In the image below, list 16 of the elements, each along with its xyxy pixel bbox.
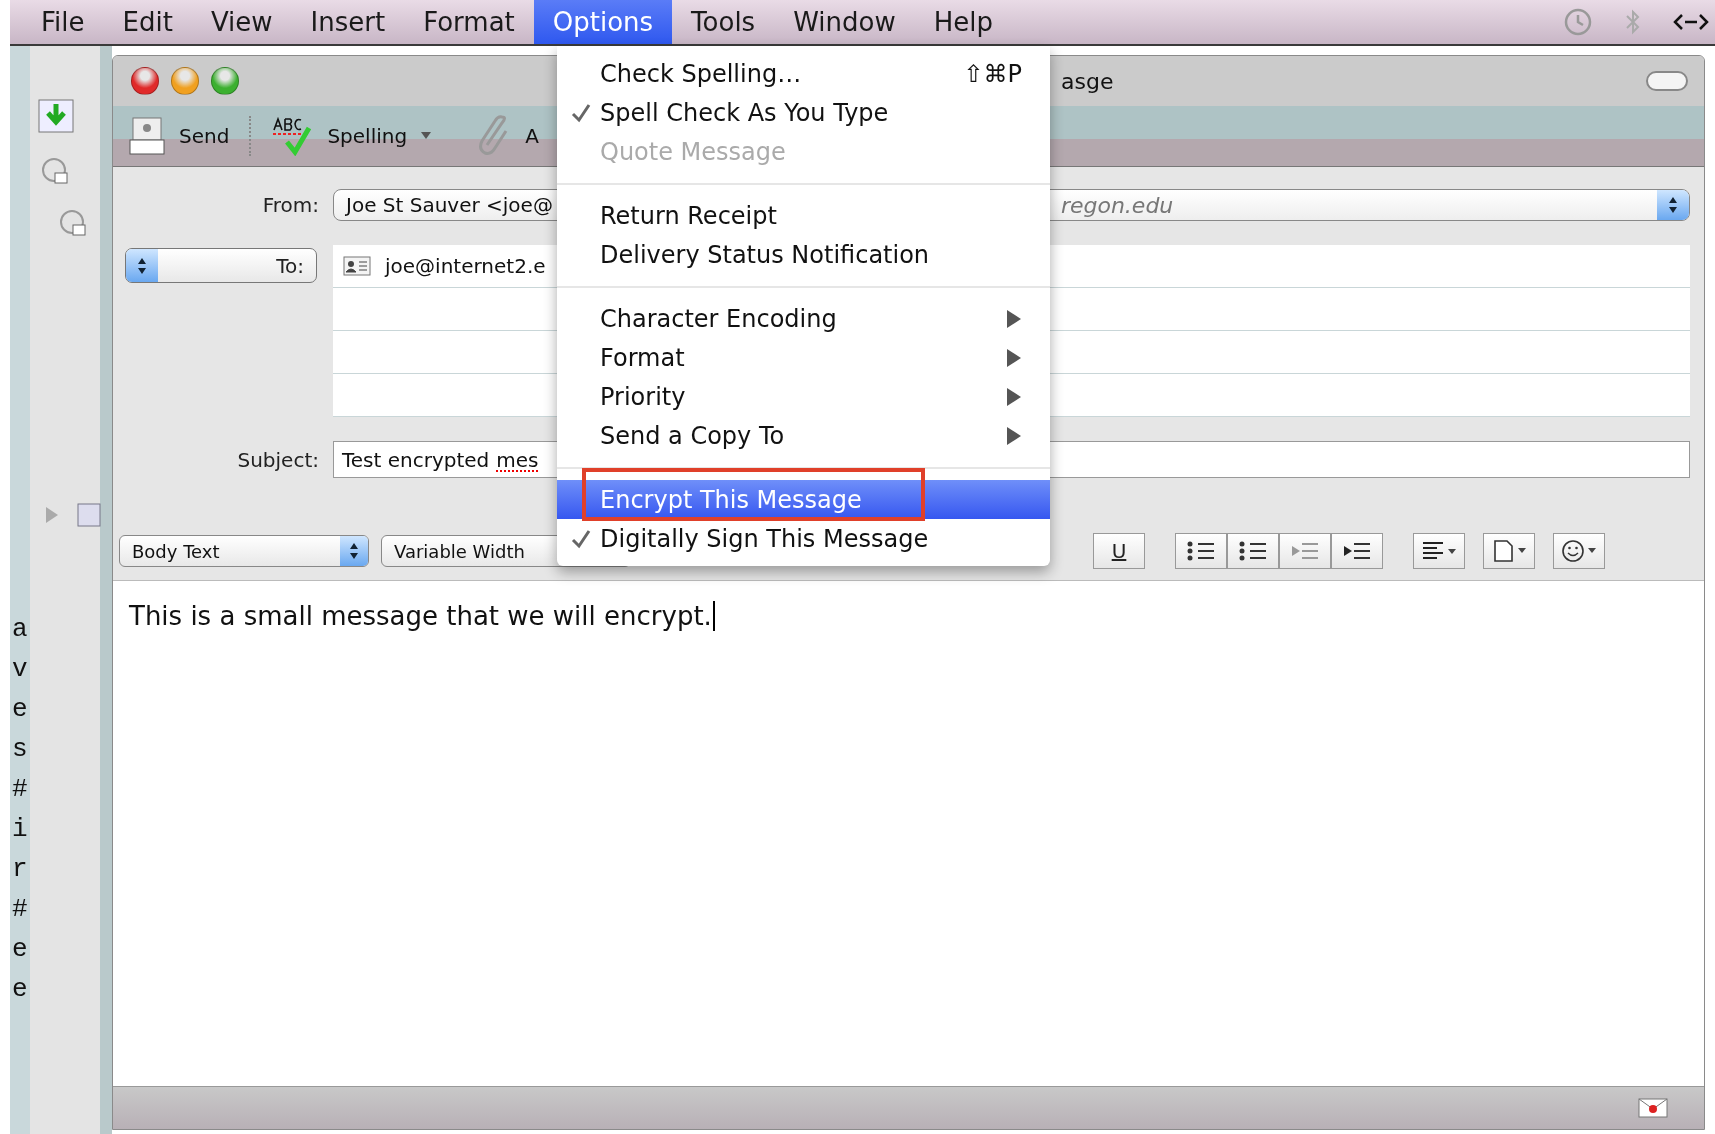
subject-label: Subject: [237,447,320,472]
text-fragment: s [12,736,28,762]
text-fragment: # [12,776,28,802]
text-fragment: v [12,656,28,682]
text-fragment: # [12,896,28,922]
message-text: This is a small message that we will encrypt. [129,601,715,631]
text-fragment: e [12,696,28,722]
recipient-address: joe@internet2.e [385,254,546,278]
text-fragment: i [12,816,28,842]
text-fragment: e [12,936,28,962]
window-title: asge [1061,68,1114,94]
from-label: From: [262,193,320,217]
text-fragment: e [12,976,28,1002]
shortcut-label: ⇧⌘P [963,59,1022,88]
text-fragment: a [12,616,28,642]
text-fragment: r [12,856,28,882]
